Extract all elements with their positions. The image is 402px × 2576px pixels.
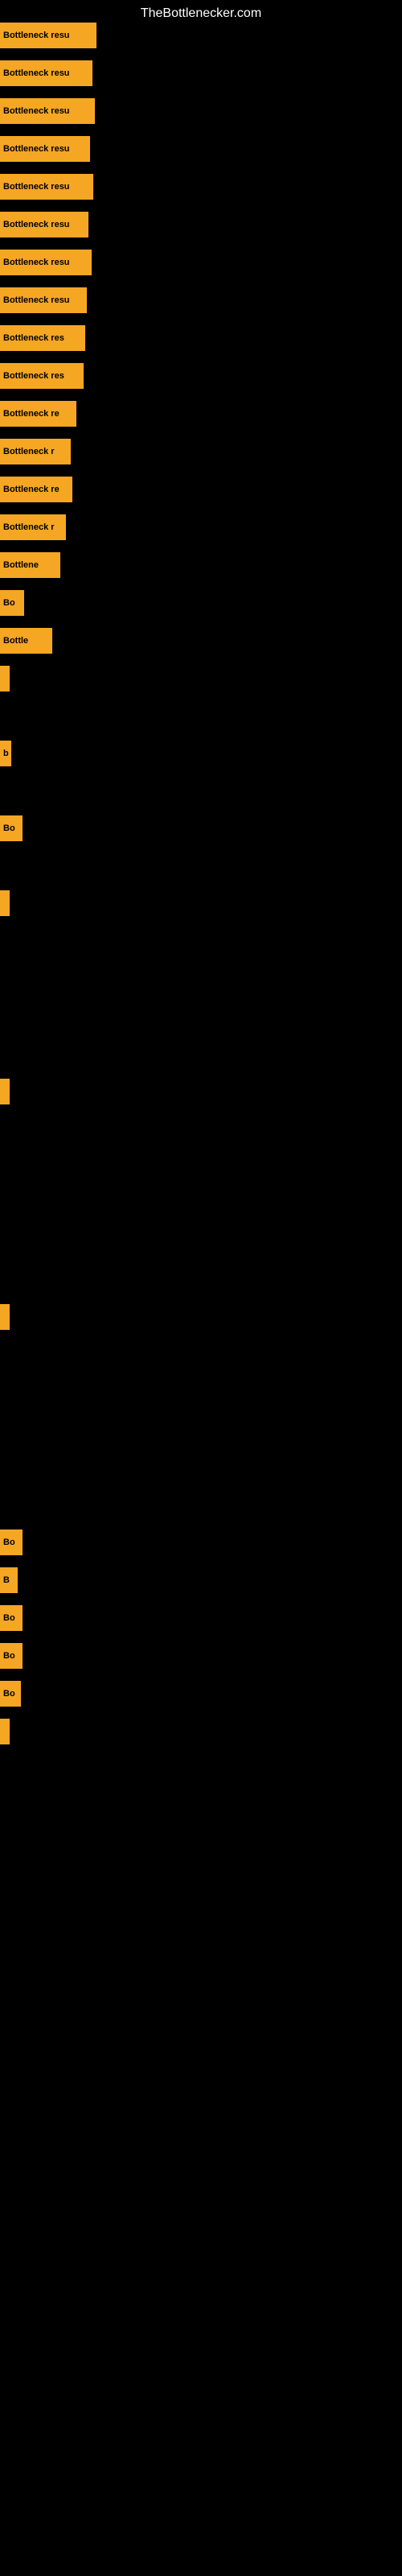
bar-item: Bottleneck resu [0, 60, 92, 86]
bar-item: Bottleneck r [0, 514, 66, 540]
bar-item: Bottleneck res [0, 325, 85, 351]
bar-item: Bo [0, 1643, 23, 1669]
bar-item [0, 1079, 10, 1104]
bar-item: Bottleneck resu [0, 287, 87, 313]
bar-item: Bottleneck resu [0, 98, 95, 124]
bar-item [0, 1719, 10, 1744]
bar-item: Bottleneck res [0, 363, 84, 389]
bar-item: Bottleneck resu [0, 174, 93, 200]
bar-item [0, 666, 10, 691]
bar-item: b [0, 741, 11, 766]
bar-item: Bo [0, 815, 23, 841]
bar-item: Bo [0, 590, 24, 616]
bar-item [0, 890, 10, 916]
bar-item: Bottleneck resu [0, 23, 96, 48]
bar-item: Bottlene [0, 552, 60, 578]
bar-item: Bo [0, 1681, 21, 1707]
bar-item: Bo [0, 1605, 23, 1631]
bar-item: Bottleneck resu [0, 212, 88, 237]
bar-item: B [0, 1567, 18, 1593]
bar-item: Bottleneck re [0, 477, 72, 502]
bar-item: Bottleneck resu [0, 136, 90, 162]
bar-item: Bottleneck r [0, 439, 71, 464]
bar-item [0, 1304, 10, 1330]
bar-item: Bottleneck re [0, 401, 76, 427]
bar-item: Bo [0, 1530, 23, 1555]
bar-item: Bottleneck resu [0, 250, 92, 275]
bar-item: Bottle [0, 628, 52, 654]
